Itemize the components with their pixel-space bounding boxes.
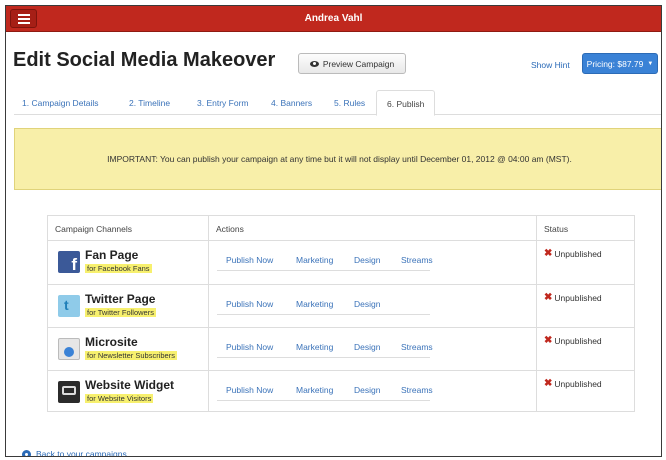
streams-link[interactable]: Streams — [401, 342, 433, 352]
marketing-link[interactable]: Marketing — [296, 299, 333, 309]
header-channels: Campaign Channels — [55, 224, 133, 234]
preview-campaign-button[interactable]: Preview Campaign — [298, 53, 406, 74]
twitter-glyph: t — [64, 297, 69, 313]
channel-name: Microsite — [85, 335, 138, 349]
back-link-label: Back to your campaigns — [36, 449, 127, 457]
table-row: t Twitter Page for Twitter Followers Pub… — [48, 285, 634, 328]
marketing-link[interactable]: Marketing — [296, 342, 333, 352]
facebook-icon: f — [58, 251, 80, 273]
channel-subtitle: for Newsletter Subscribers — [85, 351, 177, 360]
preview-label: Preview Campaign — [322, 58, 395, 69]
channels-table: Campaign Channels Actions Status f Fan P… — [47, 215, 635, 412]
design-link[interactable]: Design — [354, 342, 380, 352]
status-label: Unpublished — [554, 378, 602, 389]
actions-underline — [217, 270, 430, 271]
status-badge: ✖ Unpublished — [544, 292, 602, 303]
tab-campaign-details[interactable]: 1. Campaign Details — [22, 98, 99, 108]
actions-underline — [217, 314, 430, 315]
caret-down-icon: ▼ — [647, 60, 654, 67]
microsite-icon — [58, 338, 80, 360]
close-icon: ✖ — [544, 335, 553, 346]
tab-banners[interactable]: 4. Banners — [271, 98, 312, 108]
design-link[interactable]: Design — [354, 299, 380, 309]
close-icon: ✖ — [544, 378, 553, 389]
close-icon: ✖ — [544, 248, 553, 259]
table-row: Website Widget for Website Visitors Publ… — [48, 371, 634, 414]
show-hint-link[interactable]: Show Hint — [531, 60, 570, 70]
page-title: Edit Social Media Makeover — [13, 49, 276, 71]
top-bar: Andrea Vahl — [6, 6, 661, 32]
publish-notice: IMPORTANT: You can publish your campaign… — [14, 128, 661, 190]
notice-text: IMPORTANT: You can publish your campaign… — [107, 154, 572, 164]
app-frame: Andrea Vahl Edit Social Media Makeover P… — [5, 5, 662, 457]
publish-now-link[interactable]: Publish Now — [226, 342, 273, 352]
channel-name: Twitter Page — [85, 292, 156, 306]
widget-icon — [58, 381, 80, 403]
marketing-link[interactable]: Marketing — [296, 385, 333, 395]
tab-timeline[interactable]: 2. Timeline — [129, 98, 170, 108]
actions-underline — [217, 357, 430, 358]
marketing-link[interactable]: Marketing — [296, 255, 333, 265]
header-actions: Actions — [216, 224, 244, 234]
design-link[interactable]: Design — [354, 385, 380, 395]
back-arrow-icon — [22, 449, 31, 456]
tab-entry-form[interactable]: 3. Entry Form — [197, 98, 248, 108]
header-status: Status — [544, 224, 569, 234]
streams-link[interactable]: Streams — [401, 385, 433, 395]
channel-name: Fan Page — [85, 248, 139, 262]
publish-now-link[interactable]: Publish Now — [226, 385, 273, 395]
actions-underline — [217, 400, 430, 401]
facebook-glyph: f — [71, 255, 77, 274]
tab-publish[interactable]: 6. Publish — [376, 90, 436, 116]
status-label: Unpublished — [554, 292, 602, 303]
status-label: Unpublished — [554, 335, 602, 346]
tab-bar: 1. Campaign Details 2. Timeline 3. Entry… — [14, 90, 661, 116]
pricing-dropdown-button[interactable]: Pricing: $87.79 ▼ — [582, 53, 658, 74]
publish-now-link[interactable]: Publish Now — [226, 299, 273, 309]
publish-now-link[interactable]: Publish Now — [226, 255, 273, 265]
table-row: Microsite for Newsletter Subscribers Pub… — [48, 328, 634, 371]
globe-glyph — [64, 347, 74, 357]
pricing-label: Pricing: $87.79 — [586, 58, 644, 69]
channel-subtitle: for Website Visitors — [85, 394, 154, 403]
tab-rules[interactable]: 5. Rules — [334, 98, 365, 108]
close-icon: ✖ — [544, 292, 553, 303]
status-badge: ✖ Unpublished — [544, 335, 602, 346]
status-badge: ✖ Unpublished — [544, 248, 602, 259]
channel-subtitle: for Facebook Fans — [85, 264, 152, 273]
status-badge: ✖ Unpublished — [544, 378, 602, 389]
design-link[interactable]: Design — [354, 255, 380, 265]
user-name[interactable]: Andrea Vahl — [6, 13, 661, 24]
widget-glyph — [62, 386, 76, 395]
table-row: f Fan Page for Facebook Fans Publish Now… — [48, 241, 634, 284]
eye-icon — [309, 60, 319, 67]
twitter-icon: t — [58, 295, 80, 317]
back-to-campaigns-link[interactable]: Back to your campaigns — [22, 449, 127, 457]
channel-subtitle: for Twitter Followers — [85, 308, 156, 317]
streams-link[interactable]: Streams — [401, 255, 433, 265]
status-label: Unpublished — [554, 248, 602, 259]
channel-name: Website Widget — [85, 378, 175, 392]
